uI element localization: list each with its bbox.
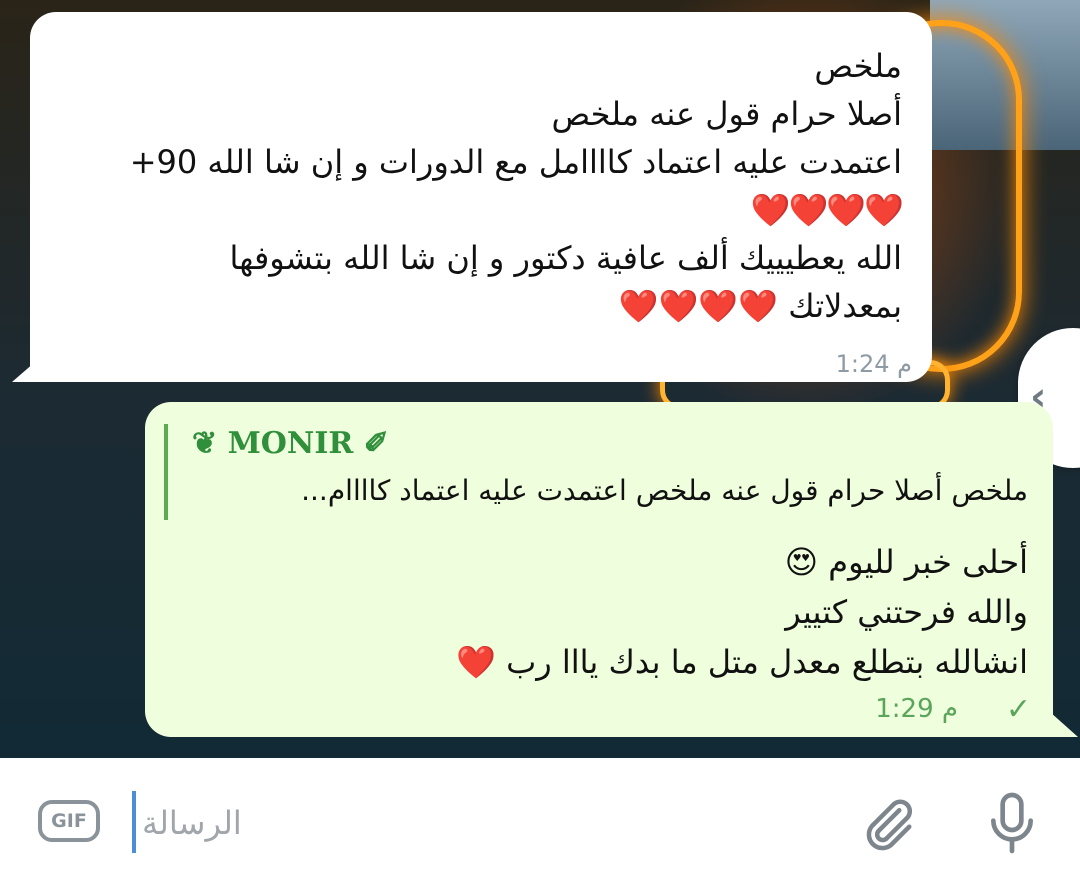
message-time: 1:29 م <box>875 694 958 724</box>
incoming-message-text: ملخص أصلا حرام قول عنه ملخص اعتمدت عليه … <box>52 42 904 330</box>
outgoing-message-bubble[interactable]: ❦ MONIR ✐ ملخص أصلا حرام قول عنه ملخص اع… <box>145 402 1053 737</box>
message-line: اعتمدت عليه اعتماد كاااامل مع الدورات و … <box>129 143 902 181</box>
reply-quoted-text: ملخص أصلا حرام قول عنه ملخص اعتمدت عليه … <box>301 474 1028 507</box>
message-input[interactable] <box>140 794 444 852</box>
single-check-icon: ✓ <box>1005 692 1031 727</box>
outgoing-message-text: أحلى خبر لليوم 😍 والله فرحتني كتيير انشا… <box>168 537 1028 687</box>
message-line: والله فرحتني كتيير <box>785 593 1028 631</box>
message-line: ❤️❤️❤️❤️ <box>750 191 904 229</box>
message-line: ملخص <box>814 47 902 85</box>
gif-button[interactable]: GIF <box>38 800 100 842</box>
message-time: 1:24 م <box>835 350 912 378</box>
message-line: انشالله بتطلع معدل متل ما بدك يااا رب ❤️ <box>456 643 1028 681</box>
message-line: بمعدلاتك ❤️❤️❤️❤️ <box>618 287 904 325</box>
message-input-bar: GIF <box>0 758 1080 886</box>
paperclip-icon[interactable] <box>858 794 918 854</box>
message-line: أحلى خبر لليوم 😍 <box>784 543 1028 581</box>
message-line: أصلا حرام قول عنه ملخص <box>551 95 902 133</box>
reply-quote[interactable]: ❦ MONIR ✐ ملخص أصلا حرام قول عنه ملخص اع… <box>164 424 1028 520</box>
text-caret <box>132 791 136 853</box>
incoming-message-bubble[interactable]: ملخص أصلا حرام قول عنه ملخص اعتمدت عليه … <box>30 12 932 382</box>
microphone-icon[interactable] <box>984 790 1040 856</box>
message-line: الله يعطيييك ألف عافية دكتور و إن شا الل… <box>229 239 902 277</box>
reply-sender-name: ❦ MONIR ✐ <box>192 426 389 461</box>
